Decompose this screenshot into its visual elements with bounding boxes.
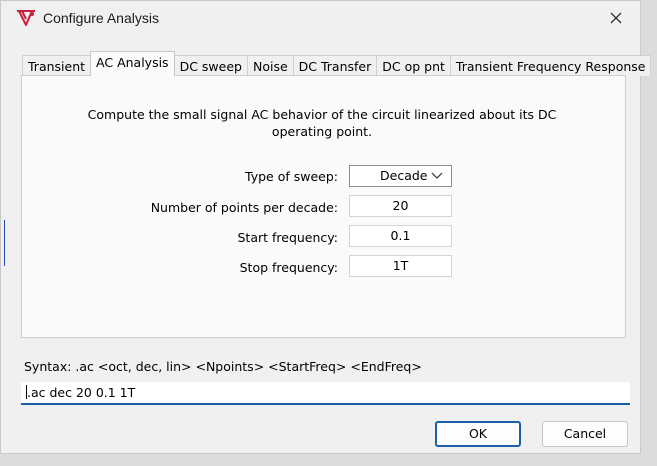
close-button[interactable] <box>594 1 640 35</box>
tab-dc-sweep[interactable]: DC sweep <box>173 55 248 76</box>
tab-noise[interactable]: Noise <box>246 55 294 76</box>
ac-analysis-panel: Compute the small signal AC behavior of … <box>21 75 626 338</box>
configure-analysis-dialog: Configure Analysis Transient AC Analysis… <box>0 0 652 454</box>
tab-transient-frequency-response[interactable]: Transient Frequency Response <box>449 55 652 76</box>
points-per-decade-label: Number of points per decade: <box>150 200 338 215</box>
close-icon <box>610 12 622 24</box>
title-bar: Configure Analysis <box>1 1 640 35</box>
start-frequency-input[interactable]: 0.1 <box>349 225 452 247</box>
sweep-type-value: Decade <box>380 168 428 183</box>
stop-frequency-label: Stop frequency: <box>239 260 338 275</box>
cancel-button[interactable]: Cancel <box>542 421 628 447</box>
window-title: Configure Analysis <box>43 10 159 26</box>
description-line-2: operating point. <box>271 124 373 139</box>
stop-frequency-input[interactable]: 1T <box>349 255 452 277</box>
analysis-tabs: Transient AC Analysis DC sweep Noise DC … <box>22 51 652 76</box>
ltspice-probe-icon <box>15 8 37 28</box>
ok-button[interactable]: OK <box>435 421 521 447</box>
description-line-1: Compute the small signal AC behavior of … <box>87 107 557 122</box>
spice-command-input[interactable]: .ac dec 20 0.1 1T <box>21 382 630 405</box>
sweep-type-label: Type of sweep: <box>245 169 338 184</box>
sweep-type-select[interactable]: Decade <box>349 165 452 187</box>
syntax-text: Syntax: .ac <oct, dec, lin> <Npoints> <S… <box>24 359 422 374</box>
tab-dc-transfer[interactable]: DC Transfer <box>292 55 378 76</box>
chevron-down-icon <box>431 172 443 179</box>
background-window-edge <box>0 220 5 266</box>
tab-dc-op-pnt[interactable]: DC op pnt <box>376 55 451 76</box>
spice-command-value: .ac dec 20 0.1 1T <box>27 385 136 400</box>
tab-transient[interactable]: Transient <box>22 55 92 76</box>
analysis-description: Compute the small signal AC behavior of … <box>22 106 622 140</box>
points-per-decade-input[interactable]: 20 <box>349 195 452 217</box>
tab-ac-analysis[interactable]: AC Analysis <box>90 51 175 76</box>
start-frequency-label: Start frequency: <box>237 230 338 245</box>
